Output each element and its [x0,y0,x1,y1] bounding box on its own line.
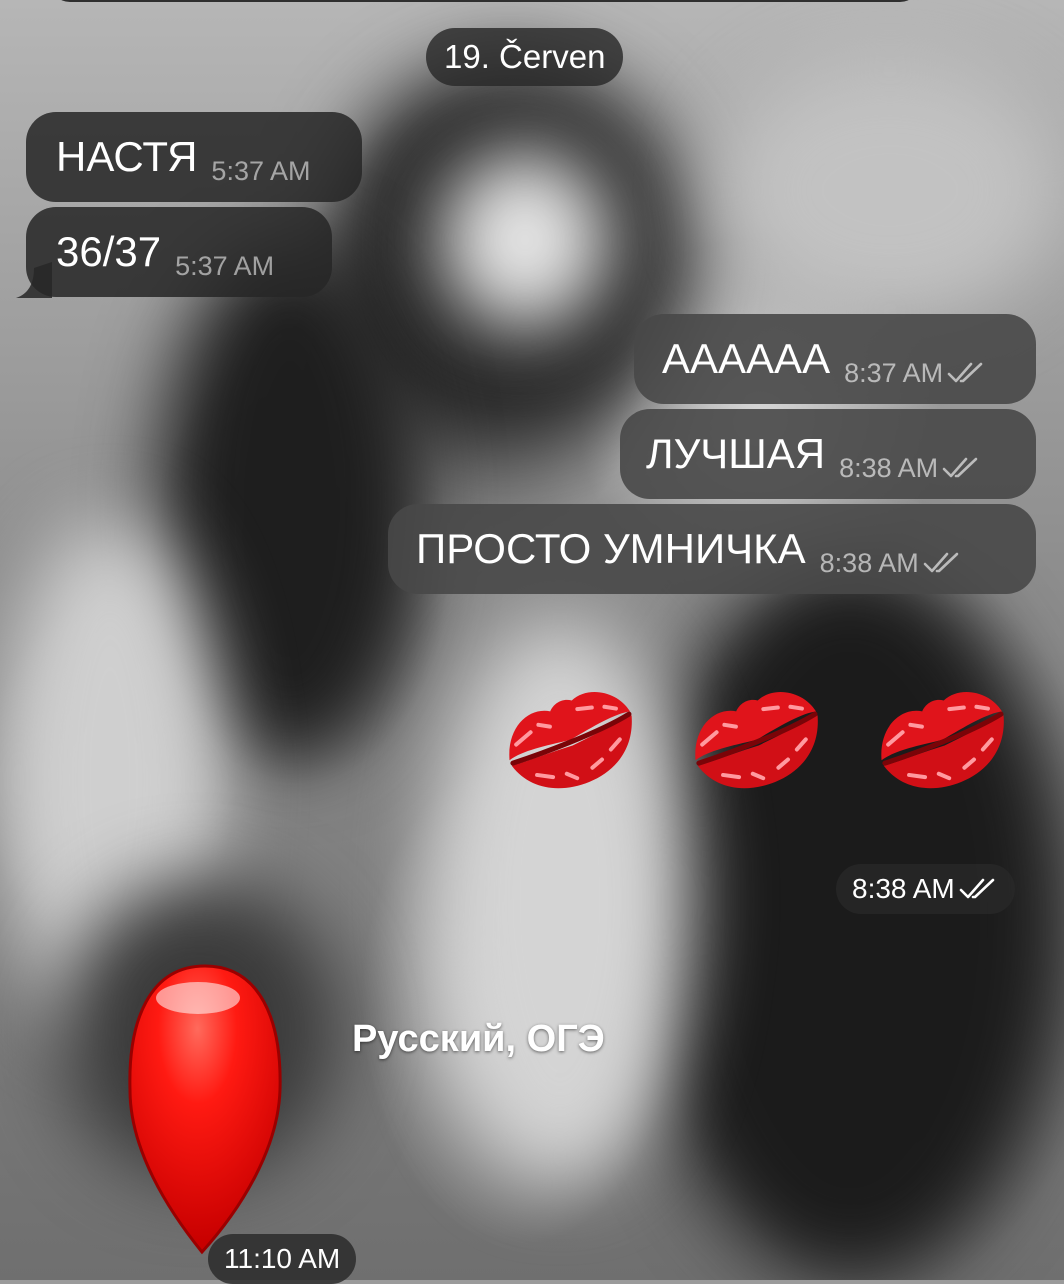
sticker-message-time: 11:10 AM [208,1234,357,1284]
message-time: 8:37 AM [844,357,944,388]
double-check-icon [942,457,978,478]
message-time: 5:37 AM [175,250,275,281]
message-time: 8:38 AM [852,873,955,904]
message-text: 36/37 [56,228,162,275]
sticker-caption: Русский, ОГЭ [352,1018,605,1060]
incoming-message[interactable]: НАСТЯ 5:37 AM [26,112,362,202]
message-text: ПРОСТО УМНИЧКА [416,525,806,572]
emoji-message-time: 8:38 AM [836,864,1015,914]
message-time: 8:38 AM [819,547,919,578]
message-text: ЛУЧШАЯ [646,430,826,477]
previous-message-bubble[interactable] [50,0,920,2]
double-check-icon [947,362,983,383]
double-check-icon [923,552,959,573]
outgoing-message[interactable]: ПРОСТО УМНИЧКА 8:38 AM [388,504,1036,594]
message-time: 8:38 AM [839,452,939,483]
incoming-message[interactable]: 36/37 5:37 AM [26,207,332,297]
outgoing-message[interactable]: АААААА 8:37 AM [634,314,1036,404]
kiss-mark-icon [881,692,1004,789]
message-time: 11:10 AM [224,1243,341,1274]
message-time: 5:37 AM [211,155,311,186]
message-text: НАСТЯ [56,133,198,180]
red-balloon-icon[interactable] [120,960,290,1260]
kiss-mark-icon [695,692,818,789]
bubble-tail-icon [16,262,52,298]
emoji-message[interactable] [490,670,1030,810]
double-check-icon [959,878,995,899]
message-time-status: 8:38 AM [820,548,963,579]
kiss-mark-icon [509,692,632,789]
message-time-status: 8:37 AM [844,358,987,389]
message-text: АААААА [662,335,831,382]
date-separator: 19. Červen [426,28,624,86]
outgoing-message[interactable]: ЛУЧШАЯ 8:38 AM [620,409,1036,499]
message-time-status: 8:38 AM [839,453,982,484]
